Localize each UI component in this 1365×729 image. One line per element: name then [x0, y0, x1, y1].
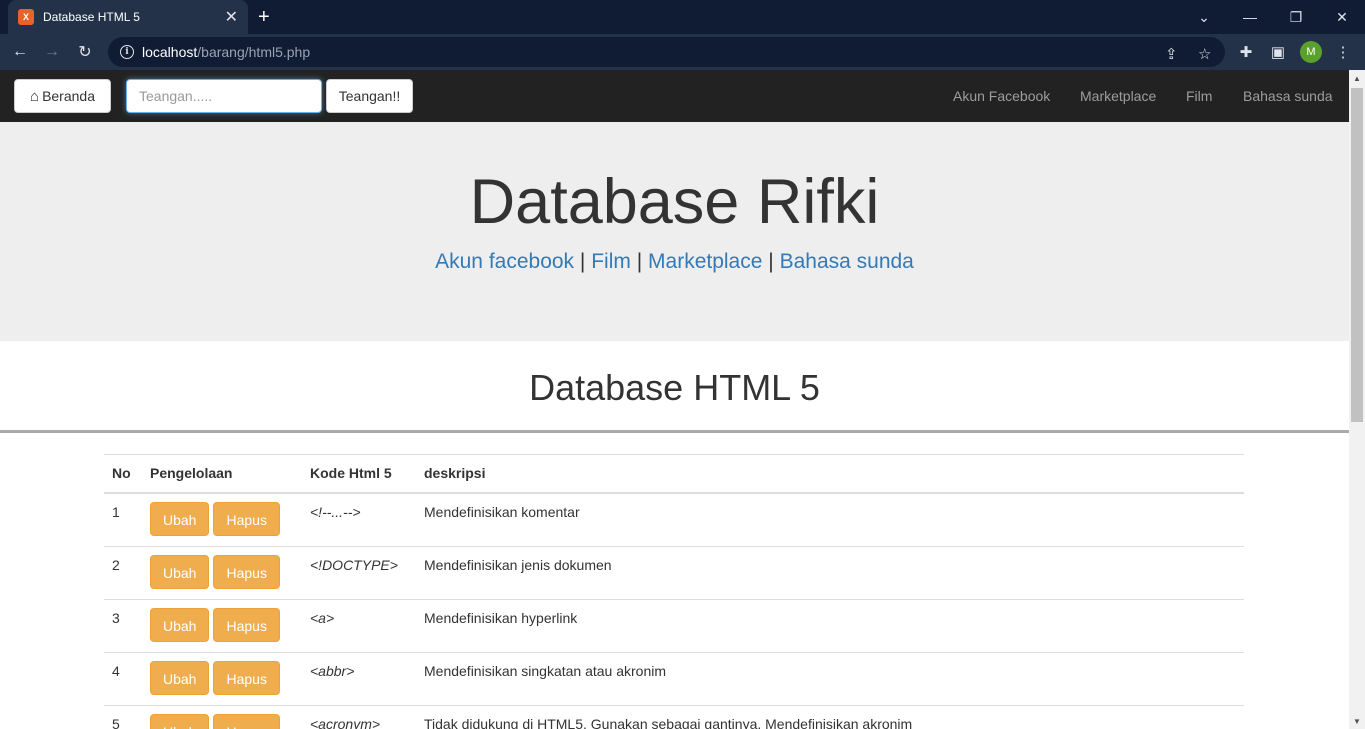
edit-button[interactable]: Ubah — [150, 714, 210, 729]
edit-button[interactable]: Ubah — [150, 502, 210, 536]
row-code: <!DOCTYPE> — [302, 546, 416, 600]
edit-button[interactable]: Ubah — [150, 555, 210, 589]
xampp-favicon-icon: X — [18, 9, 34, 25]
row-code: <acronym> — [302, 705, 416, 729]
tab-title: Database HTML 5 — [43, 10, 140, 24]
row-desc: Mendefinisikan hyperlink — [416, 599, 1244, 653]
link-separator: | — [579, 250, 586, 273]
new-tab-icon[interactable]: + — [258, 5, 270, 29]
edit-button[interactable]: Ubah — [150, 661, 210, 695]
jumbo-link-akun-facebook[interactable]: Akun facebook — [435, 250, 574, 273]
tab-close-icon[interactable]: ✕ — [225, 7, 238, 27]
table-row: 4 Ubah Hapus <abbr> Mendefinisikan singka… — [104, 652, 1244, 706]
delete-button[interactable]: Hapus — [213, 714, 280, 729]
row-no: 1 — [104, 492, 142, 547]
forward-icon[interactable]: → — [40, 40, 64, 64]
restore-icon[interactable]: ❐ — [1273, 0, 1319, 34]
scroll-up-icon[interactable]: ▲ — [1349, 70, 1365, 86]
jumbo-link-marketplace[interactable]: Marketplace — [648, 250, 762, 273]
page-title: Database Rifki — [469, 167, 880, 237]
link-separator: | — [636, 250, 643, 273]
edit-button[interactable]: Ubah — [150, 608, 210, 642]
jumbotron: Database Rifki Akun facebook | Film | Ma… — [0, 122, 1349, 341]
search-button[interactable]: Teangan!! — [326, 79, 413, 113]
row-actions: UbahHapus — [142, 705, 302, 729]
row-desc: Mendefinisikan komentar — [416, 492, 1244, 547]
profile-avatar[interactable]: M — [1300, 41, 1322, 63]
table-row: 1 Ubah Hapus <!--...--> Mendefinisikan ko… — [104, 492, 1244, 547]
page-scrollbar[interactable]: ▲ ▼ — [1349, 70, 1365, 729]
header-no: No — [104, 454, 142, 494]
browser-tab-bar: X Database HTML 5 ✕ + ⌄ — ❐ ✕ — [0, 0, 1365, 34]
search-input[interactable] — [126, 79, 322, 113]
home-label: Beranda — [42, 88, 95, 104]
site-navbar: ⌂ Beranda Teangan!! Akun Facebook Market… — [0, 70, 1349, 122]
row-desc: Mendefinisikan jenis dokumen — [416, 546, 1244, 600]
row-actions: UbahHapus — [142, 546, 302, 600]
jumbotron-links: Akun facebook | Film | Marketplace | Bah… — [0, 250, 1349, 274]
star-icon[interactable]: ☆ — [1198, 45, 1211, 63]
row-no: 5 — [104, 705, 142, 729]
url-host: localhost — [142, 44, 198, 60]
section-title: Database HTML 5 — [529, 367, 820, 408]
nav-link-marketplace[interactable]: Marketplace — [1080, 88, 1156, 104]
delete-button[interactable]: Hapus — [213, 502, 280, 536]
row-desc: Tidak didukung di HTML5. Gunakan sebagai… — [416, 705, 1244, 729]
table-row: 5 UbahHapus <acronym> Tidak didukung di … — [104, 705, 1244, 729]
browser-toolbar: ← → ↻ i localhost/barang/html5.php ⇪ ☆ ✚… — [0, 34, 1365, 70]
delete-button[interactable]: Hapus — [213, 555, 280, 589]
row-code: <!--...--> — [302, 492, 416, 547]
html5-table: No Pengelolaan Kode Html 5 deskripsi 1 U… — [104, 454, 1244, 729]
header-kode: Kode Html 5 — [302, 454, 416, 494]
table-row: 3 Ubah Hapus <a> Mendefinisikan hyperlink — [104, 599, 1244, 653]
home-icon: ⌂ — [30, 87, 40, 105]
sidepanel-icon[interactable]: ▣ — [1266, 40, 1290, 64]
row-no: 2 — [104, 546, 142, 600]
header-deskripsi: deskripsi — [416, 454, 1244, 494]
delete-button[interactable]: Hapus — [213, 608, 280, 642]
tab-search-icon[interactable]: ⌄ — [1181, 0, 1227, 34]
site-info-icon[interactable]: i — [120, 45, 134, 59]
link-separator: | — [768, 250, 774, 273]
home-button[interactable]: ⌂ Beranda — [14, 79, 111, 113]
row-code: <a> — [302, 599, 416, 653]
back-icon[interactable]: ← — [8, 40, 32, 64]
divider — [0, 430, 1349, 433]
table-row: 2 Ubah Hapus <!DOCTYPE> Mendefinisikan je… — [104, 546, 1244, 600]
menu-icon[interactable]: ⋮ — [1331, 40, 1355, 64]
url-path: /barang/html5.php — [197, 44, 311, 60]
delete-button[interactable]: Hapus — [213, 661, 280, 695]
row-no: 3 — [104, 599, 142, 653]
row-desc: Mendefinisikan singkatan atau akronim — [416, 652, 1244, 706]
row-actions: UbahHapus — [142, 599, 302, 653]
jumbo-link-film[interactable]: Film — [591, 250, 631, 273]
table-header-row: No Pengelolaan Kode Html 5 deskripsi — [104, 454, 1244, 494]
row-code: <abbr> — [302, 652, 416, 706]
header-pengelolaan: Pengelolaan — [142, 454, 302, 494]
scroll-thumb[interactable] — [1351, 88, 1363, 422]
reload-icon[interactable]: ↻ — [73, 40, 97, 64]
extensions-icon[interactable]: ✚ — [1234, 40, 1258, 64]
row-no: 4 — [104, 652, 142, 706]
nav-link-film[interactable]: Film — [1186, 88, 1212, 104]
row-actions: UbahHapus — [142, 652, 302, 706]
page-viewport: ⌂ Beranda Teangan!! Akun Facebook Market… — [0, 70, 1349, 729]
nav-link-bahasa-sunda[interactable]: Bahasa sunda — [1243, 88, 1333, 104]
row-actions: UbahHapus — [142, 492, 302, 547]
nav-link-akun-facebook[interactable]: Akun Facebook — [953, 88, 1050, 104]
address-bar[interactable]: i localhost/barang/html5.php ⇪ ☆ — [108, 37, 1225, 67]
share-icon[interactable]: ⇪ — [1165, 45, 1178, 63]
jumbo-link-bahasa-sunda[interactable]: Bahasa sunda — [780, 250, 914, 273]
browser-tab[interactable]: X Database HTML 5 ✕ — [8, 0, 248, 34]
scroll-down-icon[interactable]: ▼ — [1349, 713, 1365, 729]
minimize-icon[interactable]: — — [1227, 0, 1273, 34]
close-icon[interactable]: ✕ — [1319, 0, 1365, 34]
